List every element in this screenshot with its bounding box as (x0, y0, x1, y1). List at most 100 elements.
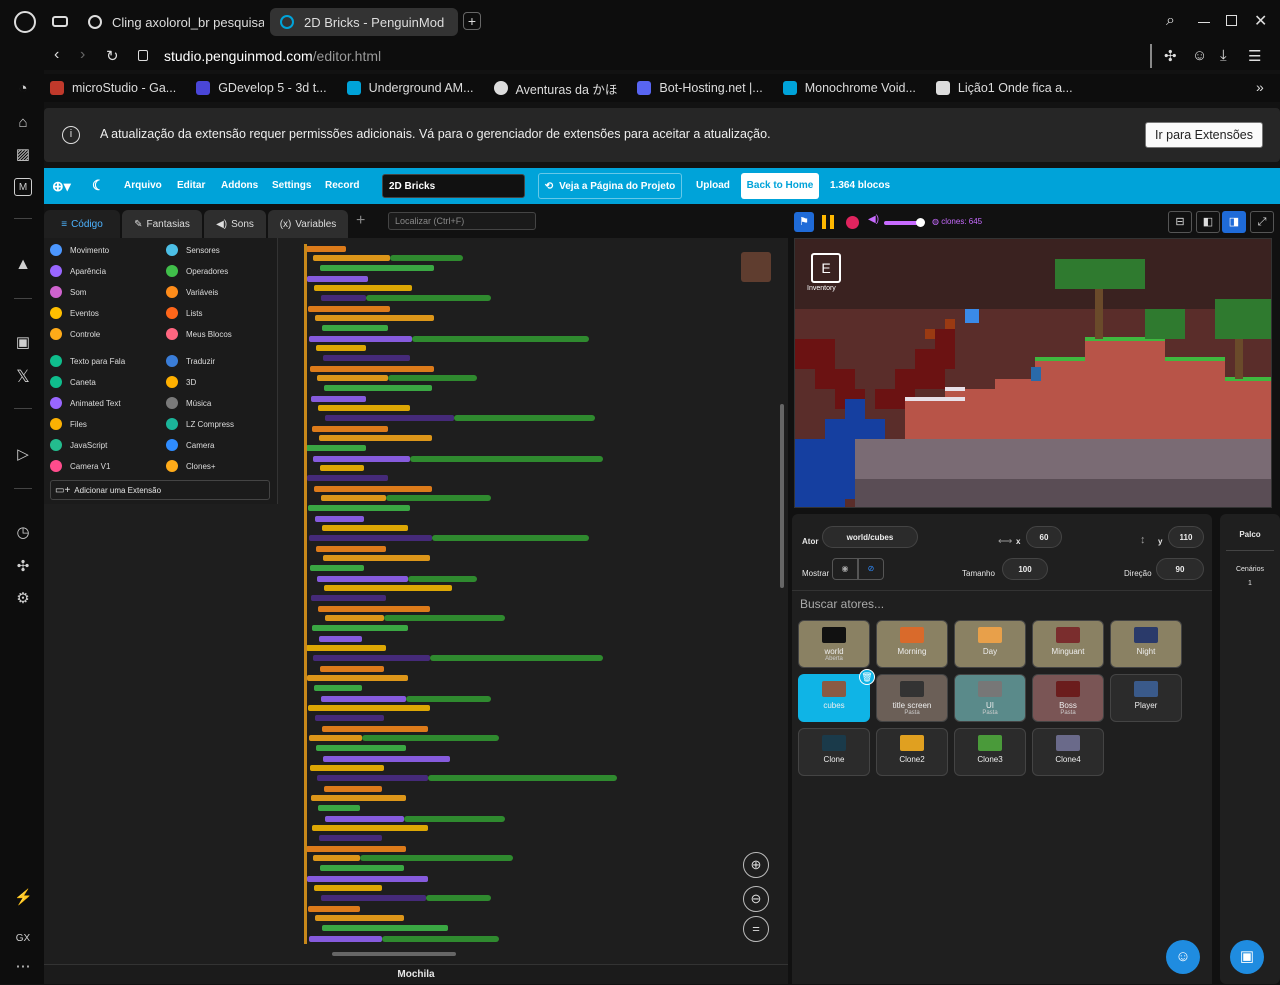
gx-control-icon[interactable]: ⚡ (14, 889, 33, 907)
sprite-tile-clone3[interactable]: Clone3 (954, 728, 1026, 776)
x-input[interactable]: 60 (1026, 526, 1062, 548)
restore-icon[interactable] (1226, 15, 1237, 26)
code-block[interactable] (323, 756, 450, 762)
more-bookmarks-icon[interactable]: » (1256, 79, 1264, 95)
code-block[interactable] (320, 465, 364, 471)
category-vari-veis[interactable]: Variáveis (166, 286, 218, 298)
find-input[interactable]: Localizar (Ctrl+F) (388, 212, 536, 230)
gx-label[interactable]: GX (10, 930, 36, 948)
code-block[interactable] (325, 415, 454, 421)
code-block[interactable] (360, 855, 513, 861)
extensions-puzzle-icon[interactable]: ✣ (1164, 47, 1177, 65)
code-block[interactable] (410, 456, 603, 462)
menu-edit[interactable]: Editar (177, 180, 205, 191)
code-block[interactable] (390, 255, 463, 261)
code-block[interactable] (309, 535, 432, 541)
more-icon[interactable]: ⋯ (14, 958, 32, 976)
code-block[interactable] (306, 846, 406, 852)
tab-sounds[interactable]: ◀) Sons (204, 210, 266, 238)
minimize-icon[interactable] (1198, 22, 1210, 23)
player-icon[interactable]: ▷ (14, 446, 32, 464)
fullscreen-icon[interactable]: ⤢ (1250, 211, 1274, 233)
code-block[interactable] (406, 696, 491, 702)
sprite-tile-clone2[interactable]: Clone2 (876, 728, 948, 776)
category-movimento[interactable]: Movimento (50, 244, 109, 256)
green-flag-button[interactable]: ⚑ (794, 212, 814, 232)
add-tab-plus-icon[interactable]: + (356, 212, 365, 230)
category-controle[interactable]: Controle (50, 328, 100, 340)
code-block[interactable] (318, 805, 360, 811)
code-block[interactable] (310, 765, 384, 771)
category-camera-v1[interactable]: Camera V1 (50, 460, 110, 472)
bookmark-item[interactable]: GDevelop 5 - 3d t... (196, 81, 327, 95)
reload-icon[interactable]: ↻ (106, 47, 119, 65)
code-block[interactable] (316, 345, 366, 351)
extensions-icon[interactable]: ✣ (14, 558, 32, 576)
code-block[interactable] (315, 516, 364, 522)
code-block[interactable] (319, 435, 432, 441)
tab-search[interactable]: Cling axolorol_br pesquisa (78, 8, 264, 36)
zoom-reset-icon[interactable]: = (743, 916, 769, 942)
code-block[interactable] (322, 525, 408, 531)
category-lz-compress[interactable]: LZ Compress (166, 418, 234, 430)
gamepad-icon[interactable] (52, 16, 68, 27)
go-to-extensions-button[interactable]: Ir para Extensões (1145, 122, 1263, 148)
inventory-button[interactable]: E (811, 253, 841, 283)
code-block[interactable] (382, 936, 499, 942)
code-block[interactable] (314, 685, 362, 691)
code-block[interactable] (314, 885, 382, 891)
code-block[interactable] (314, 285, 412, 291)
back-icon[interactable]: ‹ (54, 46, 59, 64)
new-tab-plus-icon[interactable]: + (463, 12, 481, 30)
code-block[interactable] (412, 336, 589, 342)
code-block[interactable] (315, 915, 404, 921)
code-block[interactable] (318, 606, 430, 612)
code-block[interactable] (309, 735, 362, 741)
category-eventos[interactable]: Eventos (50, 307, 99, 319)
zoom-out-icon[interactable]: ⊖ (743, 886, 769, 912)
wallpaper-icon[interactable]: ▨ (14, 146, 32, 164)
code-block[interactable] (313, 255, 390, 261)
large-stage-icon[interactable]: ◨ (1222, 211, 1246, 233)
code-block[interactable] (312, 426, 388, 432)
show-hidden-button[interactable]: ⊘ (858, 558, 884, 580)
add-sprite-button[interactable]: ☺ (1166, 940, 1200, 974)
lock-icon[interactable] (138, 50, 148, 61)
code-block[interactable] (386, 495, 491, 501)
profile-icon[interactable]: ☺ (1192, 47, 1207, 64)
ai-icon[interactable]: ⌂ (14, 114, 32, 132)
show-visible-button[interactable]: ◉ (832, 558, 858, 580)
sprite-tile-minguant[interactable]: Minguant (1032, 620, 1104, 668)
tab-costumes[interactable]: ✎ Fantasias (122, 210, 202, 238)
url-field[interactable]: studio.penguinmod.com/editor.html (164, 48, 381, 64)
menu-file[interactable]: Arquivo (124, 180, 162, 191)
code-block[interactable] (320, 865, 404, 871)
code-block[interactable] (316, 745, 406, 751)
code-block[interactable] (312, 625, 408, 631)
project-page-button[interactable]: ⟲ Veja a Página do Projeto (538, 173, 682, 199)
code-block[interactable] (321, 696, 406, 702)
category-som[interactable]: Som (50, 286, 86, 298)
upload-button[interactable]: Upload (696, 180, 730, 191)
sprite-tile-morning[interactable]: Morning (876, 620, 948, 668)
code-block[interactable] (317, 775, 428, 781)
category-texto-para-fala[interactable]: Texto para Fala (50, 355, 125, 367)
code-block[interactable] (404, 816, 505, 822)
code-block[interactable] (314, 486, 432, 492)
small-stage-icon[interactable]: ◧ (1196, 211, 1220, 233)
code-block[interactable] (321, 895, 426, 901)
sprite-tile-title-screen[interactable]: title screen Pasta (876, 674, 948, 722)
code-block[interactable] (324, 786, 382, 792)
code-block[interactable] (324, 585, 452, 591)
back-to-home-button[interactable]: Back to Home (741, 173, 819, 199)
code-block[interactable] (311, 396, 366, 402)
code-block[interactable] (366, 295, 491, 301)
category-clones-[interactable]: Clones+ (166, 460, 216, 472)
code-block[interactable] (313, 456, 410, 462)
code-block[interactable] (308, 906, 360, 912)
stop-button[interactable] (846, 216, 859, 229)
code-block[interactable] (432, 535, 589, 541)
volume-slider-knob[interactable] (916, 218, 925, 227)
code-block[interactable] (322, 925, 448, 931)
gamepad-mode-icon[interactable]: ⊟ (1168, 211, 1192, 233)
